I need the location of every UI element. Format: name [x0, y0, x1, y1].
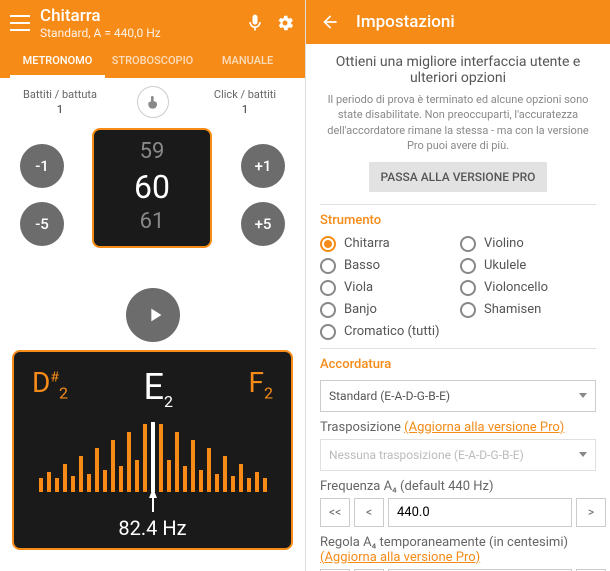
tempo-minus-5[interactable]: -5 — [20, 202, 64, 246]
radio-icon — [320, 236, 336, 252]
section-tuning: Accordatura — [320, 357, 596, 372]
transpose-select: Nessuna trasposizione (E-A-D-G-B-E) — [320, 439, 596, 471]
radio-violino[interactable]: Violino — [460, 236, 596, 252]
needle-icon — [143, 488, 163, 516]
radio-icon — [460, 236, 476, 252]
freq-dec-fast[interactable]: << — [320, 498, 350, 527]
upgrade-link-2[interactable]: (Aggiorna alla versione Pro) — [320, 550, 480, 565]
tempo-plus-5[interactable]: +5 — [241, 202, 285, 246]
settings-title: Impostazioni — [356, 12, 455, 32]
transpose-label: Trasposizione (Aggiorna alla versione Pr… — [320, 420, 596, 435]
radio-icon — [460, 258, 476, 274]
chevron-down-icon — [579, 452, 587, 457]
beats-per-bar[interactable]: Battiti / battuta 1 — [20, 88, 100, 116]
tap-tempo-button[interactable] — [137, 86, 169, 118]
gear-icon[interactable] — [275, 13, 295, 33]
section-instrument: Strumento — [320, 213, 596, 228]
tuning-select[interactable]: Standard (E-A-D-G-B-E) — [320, 380, 596, 412]
radio-basso[interactable]: Basso — [320, 258, 456, 274]
radio-cromaticotutti[interactable]: Cromatico (tutti) — [320, 324, 456, 340]
instrument-radios: ChitarraViolinoBassoUkuleleViolaViolonce… — [320, 236, 596, 340]
tab-stroboscopio[interactable]: STROBOSCOPIO — [105, 46, 200, 78]
freq-dec[interactable]: < — [354, 498, 384, 527]
tabs: METRONOMO STROBOSCOPIO MANUALE — [10, 46, 295, 78]
promo-desc: Il periodo di prova è terminato ed alcun… — [320, 92, 596, 154]
radio-icon — [320, 258, 336, 274]
tempo-plus-1[interactable]: +1 — [241, 144, 285, 188]
radio-ukulele[interactable]: Ukulele — [460, 258, 596, 274]
instrument-title: Chitarra — [40, 6, 235, 26]
freq-label: Frequenza A₄ (default 440 Hz) — [320, 479, 596, 494]
frequency-readout: 82.4 Hz — [14, 516, 291, 540]
radio-icon — [320, 302, 336, 318]
app-title-block: Chitarra Standard, A = 440,0 Hz — [40, 6, 235, 40]
radio-icon — [320, 280, 336, 296]
tab-manuale[interactable]: MANUALE — [200, 46, 295, 78]
radio-violoncello[interactable]: Violoncello — [460, 280, 596, 296]
tuner-display: D#2 E2 F2 82.4 Hz — [12, 350, 293, 550]
menu-icon[interactable] — [10, 15, 30, 31]
upgrade-link[interactable]: (Aggiorna alla versione Pro) — [404, 420, 564, 435]
back-icon[interactable] — [320, 12, 340, 32]
tab-metronomo[interactable]: METRONOMO — [10, 46, 105, 78]
chevron-down-icon — [579, 393, 587, 398]
tempo-display[interactable]: 59 60 61 — [92, 128, 212, 248]
clicks-per-beat[interactable]: Click / battiti 1 — [205, 88, 285, 116]
mic-icon[interactable] — [245, 13, 265, 33]
radio-icon — [320, 324, 336, 340]
radio-icon — [460, 302, 476, 318]
radio-banjo[interactable]: Banjo — [320, 302, 456, 318]
freq-inc[interactable]: > — [576, 498, 606, 527]
note-left: D#2 — [32, 366, 68, 403]
note-center: E2 — [144, 366, 173, 411]
tuner-bars — [14, 422, 291, 492]
radio-chitarra[interactable]: Chitarra — [320, 236, 456, 252]
promo-title: Ottieni una migliore interfaccia utente … — [320, 54, 596, 86]
play-button[interactable] — [126, 288, 180, 342]
note-right: F2 — [249, 366, 273, 403]
radio-icon — [460, 280, 476, 296]
freq-input[interactable] — [388, 498, 572, 527]
radio-viola[interactable]: Viola — [320, 280, 456, 296]
tempo-minus-1[interactable]: -1 — [20, 144, 64, 188]
upgrade-pro-button[interactable]: PASSA ALLA VERSIONE PRO — [369, 162, 548, 192]
cents-label: Regola A₄ temporaneamente (in centesimi)… — [320, 535, 596, 565]
tuning-subtitle: Standard, A = 440,0 Hz — [40, 26, 235, 40]
radio-shamisen[interactable]: Shamisen — [460, 302, 596, 318]
